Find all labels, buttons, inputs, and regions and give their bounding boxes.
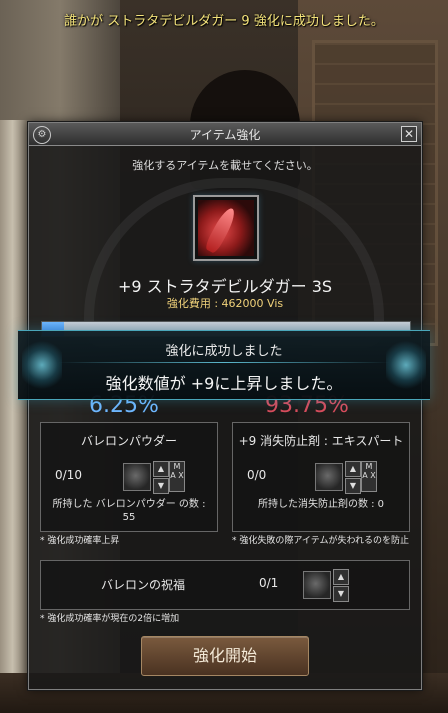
protection-max-button[interactable]: M A X bbox=[361, 461, 377, 492]
powder-increase-button[interactable]: ▲ bbox=[153, 461, 169, 477]
banner-message: 強化数値が +9に上昇しました。 bbox=[105, 374, 343, 393]
powder-title: バレロンパウダー bbox=[80, 434, 177, 448]
close-button[interactable]: ✕ bbox=[401, 126, 417, 142]
blessing-note: * 強化成功確率が現在の2倍に増加 bbox=[40, 614, 180, 624]
powder-owned: 所持した バレロンパウダー の数 : 55 bbox=[52, 499, 206, 523]
protection-count: 0/0 bbox=[247, 468, 267, 482]
item-name: +9 ストラタデビルダガー 3S bbox=[117, 277, 333, 296]
window-titlebar[interactable]: ⚙ アイテム強化 ✕ bbox=[29, 123, 421, 146]
blessing-icon bbox=[303, 571, 331, 599]
protection-title: +9 消失防止剤 : エキスパート bbox=[238, 434, 404, 448]
start-enhance-button[interactable]: 強化開始 bbox=[141, 636, 309, 676]
banner-title: 強化に成功しました bbox=[165, 344, 283, 359]
window-title: アイテム強化 bbox=[189, 128, 261, 142]
protection-increase-button[interactable]: ▲ bbox=[345, 461, 361, 477]
powder-note: * 強化成功確率上昇 bbox=[40, 536, 120, 546]
powder-decrease-button[interactable]: ▼ bbox=[153, 478, 169, 494]
protection-decrease-button[interactable]: ▼ bbox=[345, 478, 361, 494]
background-column bbox=[0, 120, 28, 680]
banner-divider bbox=[58, 362, 390, 363]
system-message: 誰かが ストラタデビルダガー 9 強化に成功しました。 bbox=[64, 14, 384, 29]
blessing-label: バレロンの祝福 bbox=[101, 578, 186, 592]
item-slot[interactable] bbox=[193, 195, 259, 261]
powder-max-button[interactable]: M A X bbox=[169, 461, 185, 492]
success-banner: 強化に成功しました 強化数値が +9に上昇しました。 bbox=[18, 330, 430, 400]
protection-icon bbox=[315, 463, 343, 491]
instruction-text: 強化するアイテムを載せてください。 bbox=[132, 159, 318, 172]
protection-panel: +9 消失防止剤 : エキスパート 0/0 ▲ ▼ M A X 所持した消失防止… bbox=[232, 422, 410, 532]
powder-count: 0/10 bbox=[55, 468, 82, 482]
protection-owned: 所持した消失防止剤の数 : 0 bbox=[257, 499, 385, 510]
dagger-blade bbox=[203, 205, 239, 255]
protection-note: * 強化失敗の際アイテムが失われるのを防止 bbox=[232, 536, 410, 546]
blessing-decrease-button[interactable]: ▼ bbox=[333, 586, 349, 602]
blessing-count: 0/1 bbox=[259, 576, 279, 590]
blessing-panel: バレロンの祝福 0/1 ▲ ▼ bbox=[40, 560, 410, 610]
powder-icon bbox=[123, 463, 151, 491]
red-dagger-icon bbox=[198, 200, 254, 256]
blessing-increase-button[interactable]: ▲ bbox=[333, 569, 349, 585]
powder-panel: バレロンパウダー 0/10 ▲ ▼ M A X 所持した バレロンパウダー の数… bbox=[40, 422, 218, 532]
enhance-cost: 強化費用 : 462000 Vis bbox=[166, 297, 284, 310]
